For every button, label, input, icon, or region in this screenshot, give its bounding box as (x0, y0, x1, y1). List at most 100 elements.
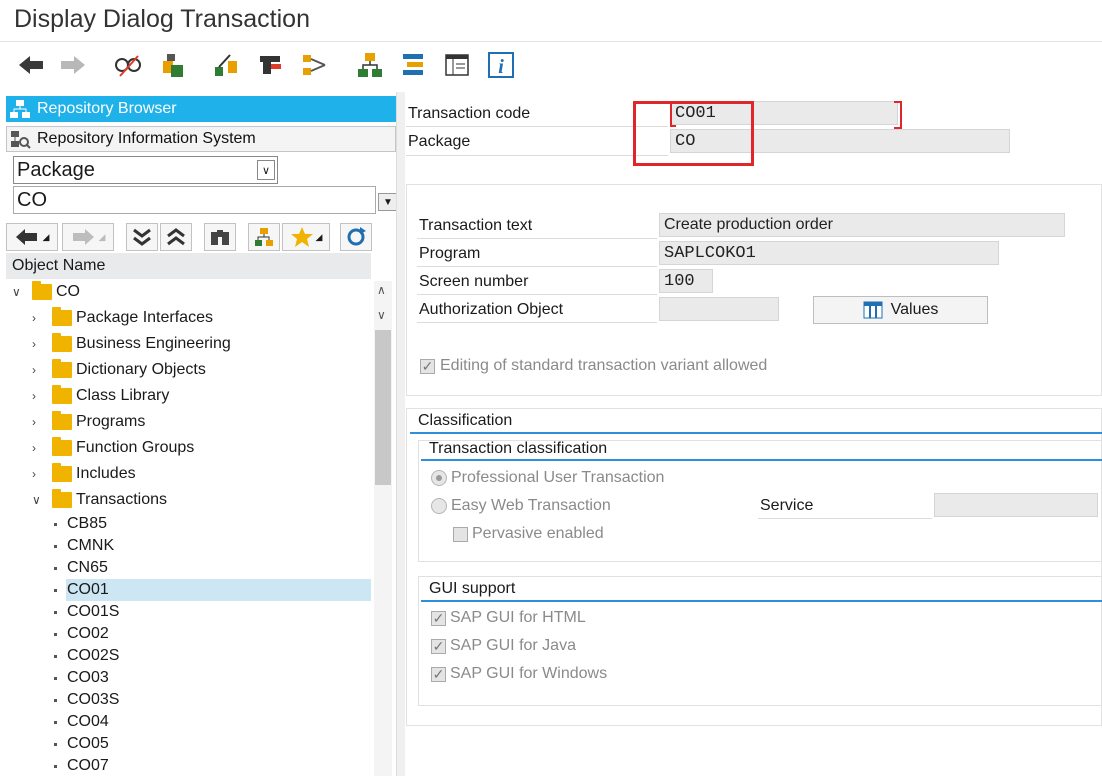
tree-folder-transactions[interactable]: ∨ Transactions (32, 489, 167, 511)
tree-transaction-label: CO03 (67, 669, 109, 686)
program-field[interactable]: SAPLCOKO1 (659, 241, 999, 265)
field-underline (417, 322, 657, 323)
tree-transaction-item[interactable]: CO03S (54, 689, 119, 711)
scrollbar-thumb[interactable] (375, 330, 391, 485)
activate-icon[interactable] (158, 50, 188, 80)
pervasive-checkbox[interactable] (453, 527, 468, 542)
find-button[interactable] (204, 223, 236, 251)
tree-folder-item[interactable]: › Includes (32, 463, 136, 485)
dropdown-indicator-icon: ◢ (98, 231, 106, 242)
tree-folder-label: Class Library (76, 387, 170, 404)
tree-root-co[interactable]: ∨ CO (12, 281, 80, 303)
scroll-up-icon[interactable]: ∧ (377, 283, 386, 297)
bullet-icon (54, 610, 57, 614)
dropdown-indicator-icon: ◢ (315, 231, 323, 242)
info-icon[interactable]: i (486, 50, 516, 80)
info-system-icon (11, 131, 31, 149)
hierarchy-icon[interactable] (355, 50, 385, 80)
tree-folder-label: Package Interfaces (76, 309, 213, 326)
tree-icon (10, 100, 30, 118)
display-change-icon[interactable] (113, 50, 143, 80)
classification-title: Classification (418, 412, 513, 429)
info-glyph: i (498, 56, 504, 78)
navigate-icon[interactable] (300, 50, 330, 80)
professional-user-radio[interactable] (431, 470, 447, 486)
tree-transaction-label: CO02S (67, 647, 120, 664)
hierarchy-button[interactable] (248, 223, 280, 251)
bullet-icon (54, 544, 57, 548)
tree-transaction-label: CO07 (67, 757, 109, 774)
chevron-right-icon[interactable]: › (32, 337, 44, 351)
transaction-text-field[interactable]: Create production order (659, 213, 1065, 237)
tree-transaction-item[interactable]: CO04 (54, 711, 109, 733)
easy-web-radio[interactable] (431, 498, 447, 514)
tree-transaction-item[interactable]: CO05 (54, 733, 109, 755)
authorization-object-field[interactable] (659, 297, 779, 321)
gui-support-title: GUI support (429, 580, 516, 597)
tree-folder-label: Business Engineering (76, 335, 231, 352)
repository-info-system-button[interactable]: Repository Information System (6, 126, 396, 152)
gui-java-checkbox[interactable]: ✓ (431, 639, 446, 654)
scroll-down-icon[interactable]: ∨ (377, 308, 386, 322)
screen-number-label: Screen number (419, 273, 529, 290)
where-used-icon[interactable] (211, 50, 241, 80)
tree-transaction-item[interactable]: CO07 (54, 755, 109, 777)
panel-splitter[interactable] (396, 92, 405, 776)
refresh-button[interactable] (340, 223, 372, 251)
tree-transaction-item[interactable]: CMNK (54, 535, 114, 557)
folder-icon (52, 411, 72, 430)
tree-transaction-item[interactable]: CN65 (54, 557, 108, 579)
focus-bracket-right (894, 101, 902, 129)
tree-folder-item[interactable]: › Dictionary Objects (32, 359, 206, 381)
chevron-right-icon[interactable]: › (32, 415, 44, 429)
tree-folder-item[interactable]: › Programs (32, 411, 145, 433)
back-arrow-icon[interactable] (16, 50, 46, 80)
chevron-right-icon[interactable]: › (32, 363, 44, 377)
tree-transaction-item[interactable]: CO02S (54, 645, 119, 667)
tree-folder-item[interactable]: › Function Groups (32, 437, 194, 459)
tree-folder-item[interactable]: › Package Interfaces (32, 307, 213, 329)
tree-transaction-item[interactable]: CB85 (54, 513, 107, 535)
input-dropdown-icon[interactable]: ▼ (378, 193, 398, 211)
tree-transaction-label: CN65 (67, 559, 108, 576)
tree-folder-item[interactable]: › Business Engineering (32, 333, 231, 355)
tree-transaction-item[interactable]: CO01S (54, 601, 119, 623)
collapse-all-button[interactable] (160, 223, 192, 251)
tree-transaction-item[interactable]: CO03 (54, 667, 109, 689)
object-name-input[interactable]: CO (13, 186, 376, 214)
values-button[interactable]: Values (813, 296, 988, 324)
layout-icon[interactable] (442, 50, 472, 80)
gui-windows-checkbox[interactable]: ✓ (431, 667, 446, 682)
screen-number-field[interactable]: 100 (659, 269, 713, 293)
object-list-icon[interactable] (398, 50, 428, 80)
service-field[interactable] (934, 493, 1098, 517)
gui-windows-label: SAP GUI for Windows (450, 665, 608, 682)
chevron-down-icon[interactable]: ∨ (12, 285, 24, 299)
object-type-select[interactable]: Package ∨ (13, 156, 278, 184)
previous-object-button[interactable]: ◢ (6, 223, 58, 251)
gui-html-checkbox[interactable]: ✓ (431, 611, 446, 626)
chevron-right-icon[interactable]: › (32, 311, 44, 325)
repository-browser-button[interactable]: Repository Browser (6, 96, 396, 122)
transaction-classification-title: Transaction classification (429, 440, 608, 457)
chevron-right-icon[interactable]: › (32, 467, 44, 481)
tree-transaction-label: CMNK (67, 537, 115, 554)
tree-transaction-item[interactable]: CO01 (54, 579, 109, 601)
chevron-down-icon[interactable]: ∨ (257, 160, 275, 180)
chevron-right-icon[interactable]: › (32, 389, 44, 403)
field-underline (417, 266, 657, 267)
field-underline (417, 238, 657, 239)
expand-all-button[interactable] (126, 223, 158, 251)
pervasive-label: Pervasive enabled (472, 525, 604, 542)
forward-arrow-icon[interactable] (58, 50, 88, 80)
tree-transaction-label: CO02 (67, 625, 109, 642)
tree-folder-item[interactable]: › Class Library (32, 385, 169, 407)
editing-checkbox[interactable]: ✓ (420, 359, 435, 374)
favorites-button[interactable]: ◢ (282, 223, 330, 251)
tree-transaction-item[interactable]: CO02 (54, 623, 109, 645)
chevron-right-icon[interactable]: › (32, 441, 44, 455)
chevron-down-icon[interactable]: ∨ (32, 493, 44, 507)
other-object-icon[interactable] (256, 50, 286, 80)
next-object-button[interactable]: ◢ (62, 223, 114, 251)
bullet-icon (54, 676, 57, 680)
